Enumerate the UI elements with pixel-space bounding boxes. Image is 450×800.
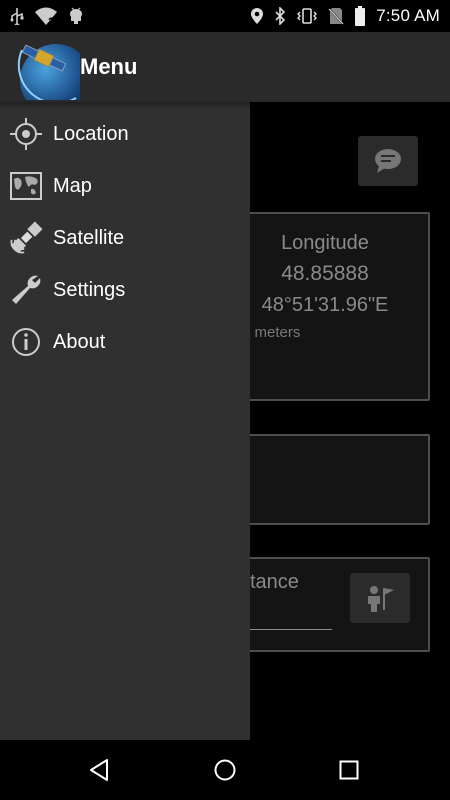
svg-text:?: ? bbox=[48, 16, 55, 26]
menu-item-map[interactable]: Map bbox=[0, 160, 250, 212]
menu-item-settings[interactable]: Settings bbox=[0, 264, 250, 316]
navigation-drawer: Location Map Satellite Settings About bbox=[0, 102, 250, 740]
longitude-title: Longitude bbox=[281, 232, 369, 254]
menu-item-about[interactable]: About bbox=[0, 316, 250, 368]
longitude-value: 48.85888 bbox=[281, 262, 369, 285]
menu-label-map: Map bbox=[53, 174, 92, 197]
map-icon bbox=[8, 168, 44, 204]
person-flag-icon bbox=[368, 586, 394, 612]
status-bar: ? 7:50 AM bbox=[0, 0, 450, 32]
no-sim-icon bbox=[328, 7, 344, 25]
bluetooth-icon bbox=[274, 7, 286, 25]
menu-label-settings: Settings bbox=[53, 278, 126, 301]
set-destination-button[interactable] bbox=[350, 573, 410, 623]
header-title: Menu bbox=[80, 54, 138, 79]
chat-bubble-icon bbox=[375, 149, 401, 173]
vibrate-icon bbox=[296, 7, 318, 25]
longitude-panel: Longitude 48.85888 48°51'31.96"E 2 meter… bbox=[220, 212, 430, 401]
android-debug-icon bbox=[68, 7, 84, 25]
status-left: ? bbox=[10, 6, 84, 26]
system-nav-bar bbox=[0, 740, 450, 800]
recents-icon bbox=[339, 760, 359, 780]
info-panel bbox=[220, 434, 430, 525]
satellite-earth-logo bbox=[16, 36, 80, 100]
battery-icon bbox=[354, 6, 366, 26]
back-icon bbox=[90, 759, 108, 781]
longitude-dms: 48°51'31.96"E bbox=[261, 294, 389, 316]
wifi-question-icon: ? bbox=[34, 6, 58, 26]
usb-icon bbox=[10, 7, 24, 25]
distance-panel: stance bbox=[220, 557, 430, 652]
location-pin-icon bbox=[250, 7, 264, 25]
menu-label-location: Location bbox=[53, 122, 129, 145]
message-button[interactable] bbox=[358, 136, 418, 186]
home-button[interactable] bbox=[205, 750, 245, 790]
back-button[interactable] bbox=[79, 750, 119, 790]
menu-label-about: About bbox=[53, 330, 106, 353]
wrench-icon bbox=[8, 272, 44, 308]
status-time: 7:50 AM bbox=[376, 6, 440, 25]
crosshair-icon bbox=[8, 116, 44, 152]
home-icon bbox=[214, 759, 236, 781]
satellite-icon bbox=[8, 220, 44, 256]
menu-item-location[interactable]: Location bbox=[0, 108, 250, 160]
distance-input-underline[interactable] bbox=[240, 629, 332, 630]
app-header: Menu bbox=[0, 32, 450, 102]
menu-label-satellite: Satellite bbox=[53, 226, 125, 249]
menu-item-satellite[interactable]: Satellite bbox=[0, 212, 250, 264]
recents-button[interactable] bbox=[329, 750, 369, 790]
status-right: 7:50 AM bbox=[250, 6, 440, 26]
info-icon bbox=[8, 324, 44, 360]
accuracy-text: 2 meters bbox=[242, 324, 301, 341]
